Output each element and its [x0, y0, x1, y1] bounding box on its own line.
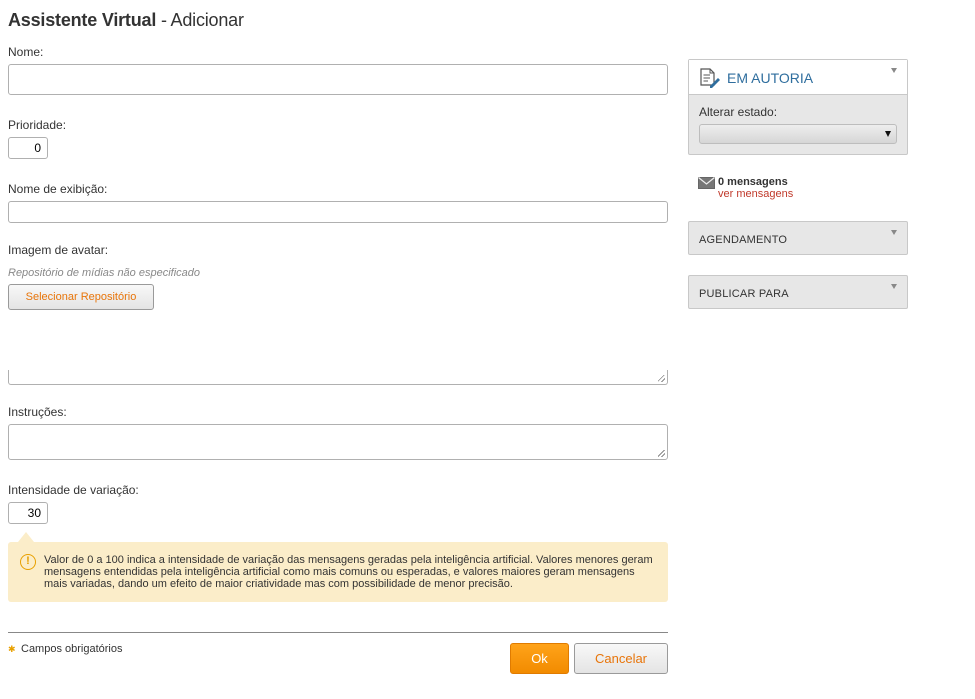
- form-divider: [8, 632, 668, 633]
- change-state-label: Alterar estado:: [699, 105, 778, 119]
- warning-icon: !: [20, 554, 36, 570]
- chevron-down-icon[interactable]: [891, 230, 897, 235]
- display-name-input[interactable]: [8, 201, 668, 223]
- chevron-down-icon[interactable]: [891, 284, 897, 289]
- resize-grip-icon[interactable]: [658, 375, 665, 382]
- variation-label: Intensidade de variação:: [8, 483, 139, 497]
- chevron-down-icon: [885, 131, 891, 137]
- scheduling-panel[interactable]: AGENDAMENTO: [688, 221, 908, 255]
- authoring-title: EM AUTORIA: [727, 70, 814, 86]
- page-title: Assistente Virtual - Adicionar: [8, 10, 244, 31]
- resize-grip-icon[interactable]: [658, 450, 665, 457]
- state-select[interactable]: [699, 124, 897, 144]
- instructions-label: Instruções:: [8, 405, 67, 419]
- page-title-action: - Adicionar: [156, 10, 244, 30]
- envelope-icon: [698, 177, 715, 189]
- authoring-panel-header[interactable]: EM AUTORIA: [689, 60, 907, 95]
- priority-label: Prioridade:: [8, 118, 67, 132]
- name-input[interactable]: [8, 64, 668, 95]
- avatar-repo-note: Repositório de mídias não especificado: [8, 267, 201, 279]
- instructions-textarea[interactable]: [8, 424, 668, 460]
- edit-document-icon: [700, 68, 720, 88]
- display-name-label: Nome de exibição:: [8, 182, 108, 196]
- authoring-panel-body: Alterar estado:: [689, 95, 907, 155]
- cancel-button[interactable]: Cancelar: [574, 643, 668, 674]
- hint-pointer: [18, 532, 34, 542]
- required-fields-note: Campos obrigatórios: [21, 643, 123, 655]
- authoring-panel: EM AUTORIA Alterar estado:: [688, 59, 908, 155]
- variation-input[interactable]: [8, 502, 48, 524]
- messages-count: 0 mensagens: [718, 176, 788, 188]
- priority-input[interactable]: [8, 137, 48, 159]
- publish-to-title: PUBLICAR PARA: [699, 288, 789, 300]
- scheduling-title: AGENDAMENTO: [699, 234, 788, 246]
- avatar-description-textarea[interactable]: [8, 370, 668, 385]
- avatar-label: Imagem de avatar:: [8, 243, 109, 257]
- variation-hint-text: Valor de 0 a 100 indica a intensidade de…: [44, 554, 653, 590]
- select-repository-button[interactable]: Selecionar Repositório: [8, 284, 154, 310]
- page-title-main: Assistente Virtual: [8, 10, 157, 30]
- publish-to-panel[interactable]: PUBLICAR PARA: [688, 275, 908, 309]
- required-asterisk-icon: ✱: [8, 644, 16, 654]
- variation-hint-box: ! Valor de 0 a 100 indica a intensidade …: [8, 542, 668, 602]
- ok-button[interactable]: Ok: [510, 643, 569, 674]
- name-label: Nome:: [8, 45, 44, 59]
- view-messages-link[interactable]: ver mensagens: [718, 188, 793, 200]
- chevron-down-icon[interactable]: [891, 68, 897, 73]
